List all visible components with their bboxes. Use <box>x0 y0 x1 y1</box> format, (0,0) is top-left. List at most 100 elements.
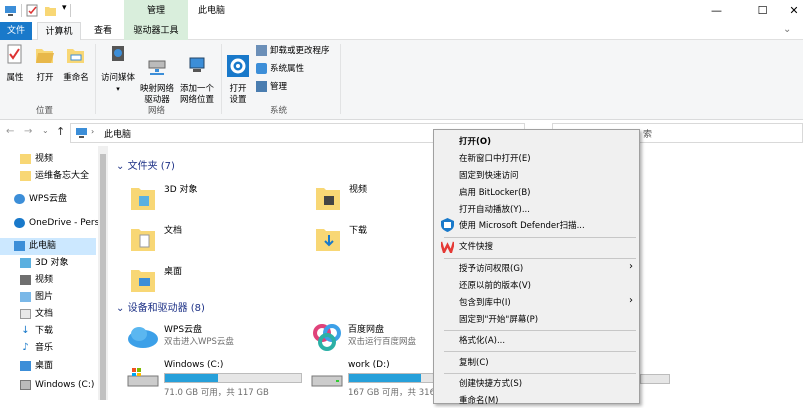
sidebar-item-videos[interactable]: 视频 <box>20 151 53 168</box>
add-network-location-button[interactable]: 添加一个 网络位置 <box>178 44 216 117</box>
breadcrumb-chevron-icon[interactable]: › <box>91 127 94 136</box>
documents-folder-icon <box>131 229 155 251</box>
sidebar-item-pictures[interactable]: 图片 <box>20 289 53 306</box>
minimize-button[interactable]: — <box>694 0 739 22</box>
menu-item-file-quick-search[interactable]: 文件快搜 <box>459 240 493 254</box>
sidebar-item-music[interactable]: ♪ 音乐 <box>20 340 53 357</box>
open-label: 打开 <box>36 73 54 83</box>
menu-item-pin-quick-access[interactable]: 固定到快速访问 <box>459 169 519 183</box>
group-label-location: 位置 <box>36 106 54 116</box>
sidebar-scrollbar-thumb[interactable] <box>100 154 106 400</box>
menu-item-create-shortcut[interactable]: 创建快捷方式(S) <box>459 377 522 391</box>
ribbon-expand-icon[interactable]: ⌄ <box>783 24 791 35</box>
menu-item-pin-to-start[interactable]: 固定到"开始"屏幕(P) <box>459 313 538 327</box>
menu-item-include-in-library[interactable]: 包含到库中(I) <box>459 296 511 310</box>
system-properties-button[interactable]: 系统属性 <box>256 62 304 77</box>
rename-button[interactable]: 重命名 <box>61 44 91 84</box>
maximize-button[interactable]: ☐ <box>740 0 785 22</box>
sidebar-item-this-pc[interactable]: 此电脑 <box>14 238 56 255</box>
sidebar-item-wps-cloud[interactable]: WPS云盘 <box>14 191 67 208</box>
sidebar-item-videos-2[interactable]: 视频 <box>20 272 53 289</box>
onedrive-cloud-icon <box>14 217 25 228</box>
manage-icon <box>256 81 267 92</box>
sidebar-item-3d-objects[interactable]: 3D 对象 <box>20 255 69 272</box>
sidebar-item-label: 下载 <box>35 326 54 336</box>
sidebar-item-label: 视频 <box>35 154 54 164</box>
group-label-network: 网络 <box>148 106 166 116</box>
access-media-label: 访问媒体 <box>100 73 135 83</box>
device-name: 百度网盘 <box>348 325 385 335</box>
menu-separator <box>444 258 636 259</box>
access-media-button[interactable]: 访问媒体 ▾ <box>99 44 137 95</box>
folder-item-downloads[interactable]: 下载 <box>315 221 435 261</box>
folders-section-header[interactable]: ⌄ 文件夹 (7) <box>116 157 436 172</box>
menu-item-open-new-window[interactable]: 在新窗口中打开(E) <box>459 152 531 166</box>
context-menu: 打开(O) 在新窗口中打开(E) 固定到快速访问 启用 BitLocker(B)… <box>433 129 640 406</box>
sidebar-item-windows-c[interactable]: Windows (C:) <box>20 377 94 394</box>
recent-dropdown-icon[interactable]: ⌄ <box>42 126 49 135</box>
up-arrow-icon[interactable]: ↑ <box>56 125 65 138</box>
sidebar-item-desktop[interactable]: 桌面 <box>20 358 53 375</box>
menu-item-format[interactable]: 格式化(A)... <box>459 334 505 348</box>
new-folder-icon[interactable] <box>44 4 57 17</box>
drive-usage-bar <box>164 373 302 383</box>
system-drive-icon <box>127 368 159 387</box>
menu-item-open-autoplay[interactable]: 打开自动播放(Y)... <box>459 203 530 217</box>
uninstall-program-button[interactable]: 卸载或更改程序 <box>256 44 330 59</box>
open-settings-button[interactable]: 打开 设置 <box>225 44 251 117</box>
properties-button[interactable]: 属性 <box>2 44 28 84</box>
3d-folder-icon <box>131 188 155 210</box>
desktop-icon <box>20 360 31 371</box>
menu-item-copy[interactable]: 复制(C) <box>459 356 489 370</box>
menu-item-restore-versions[interactable]: 还原以前的版本(V) <box>459 279 531 293</box>
download-arrow-icon: ↓ <box>21 324 30 336</box>
sidebar-item-ops-memo[interactable]: 运维备忘大全 <box>20 168 89 185</box>
drive-free-space: 167 GB 可用，共 316 <box>348 388 435 398</box>
sidebar-item-onedrive[interactable]: OneDrive - Perso <box>14 215 105 232</box>
dropdown-arrow-icon: ▾ <box>116 85 120 93</box>
devices-section-header[interactable]: ⌄ 设备和驱动器 (8) <box>116 299 436 314</box>
drive-usage-fill <box>349 374 421 382</box>
menu-item-enable-bitlocker[interactable]: 启用 BitLocker(B) <box>459 186 531 200</box>
breadcrumb-this-pc[interactable]: 此电脑 <box>104 127 131 140</box>
menu-item-rename[interactable]: 重命名(M) <box>459 394 498 408</box>
folder-item-documents[interactable]: 文档 <box>130 221 250 261</box>
submenu-arrow-icon: › <box>629 261 633 272</box>
sidebar-item-documents[interactable]: 文档 <box>20 306 53 323</box>
tab-drive-tools[interactable]: 驱动器工具 <box>124 22 188 40</box>
drive-icon <box>311 375 343 387</box>
divider <box>21 4 22 17</box>
sidebar-item-downloads[interactable]: ↓ 下载 <box>20 323 53 340</box>
rename-icon <box>67 49 84 63</box>
back-arrow-icon[interactable]: ← <box>6 126 14 137</box>
drive-item-windows-c[interactable]: Windows (C:) 71.0 GB 可用，共 117 GB <box>126 360 306 400</box>
forward-arrow-icon[interactable]: → <box>24 126 32 137</box>
network-location-icon <box>189 57 205 72</box>
menu-item-defender-scan[interactable]: 使用 Microsoft Defender扫描... <box>459 219 585 233</box>
drive-name: Windows (C:) <box>164 360 224 370</box>
menu-item-grant-access[interactable]: 授予访问权限(G) <box>459 262 523 276</box>
drive-usage-fill <box>165 374 219 382</box>
folder-open-icon <box>36 49 54 63</box>
menu-separator <box>444 373 636 374</box>
tab-view[interactable]: 查看 <box>86 22 120 40</box>
collapse-chevron-icon: ⌄ <box>116 161 125 172</box>
properties-icon <box>7 44 22 64</box>
tab-file[interactable]: 文件 <box>0 22 32 40</box>
device-item-wps-cloud[interactable]: WPS云盘 双击进入WPS云盘 <box>126 322 306 362</box>
manage-button[interactable]: 管理 <box>256 80 287 95</box>
device-subtitle: 双击运行百度网盘 <box>348 337 417 347</box>
sidebar-item-label: 图片 <box>35 292 54 302</box>
folder-item-desktop[interactable]: 桌面 <box>130 262 250 302</box>
tab-computer[interactable]: 计算机 <box>37 22 81 40</box>
menu-item-open[interactable]: 打开(O) <box>459 135 491 149</box>
folder-item-3d-objects[interactable]: 3D 对象 <box>130 180 250 220</box>
sidebar-item-label: OneDrive - Perso <box>29 218 105 228</box>
close-button[interactable]: ✕ <box>785 0 803 22</box>
quick-access-dropdown-icon[interactable]: ▾ <box>62 3 67 13</box>
open-button[interactable]: 打开 <box>32 44 58 84</box>
open-settings-label: 打开 设置 <box>229 84 247 105</box>
folder-item-videos[interactable]: 视频 <box>315 180 435 220</box>
sidebar-item-label: Windows (C:) <box>35 380 95 390</box>
properties-check-icon[interactable] <box>26 4 39 17</box>
